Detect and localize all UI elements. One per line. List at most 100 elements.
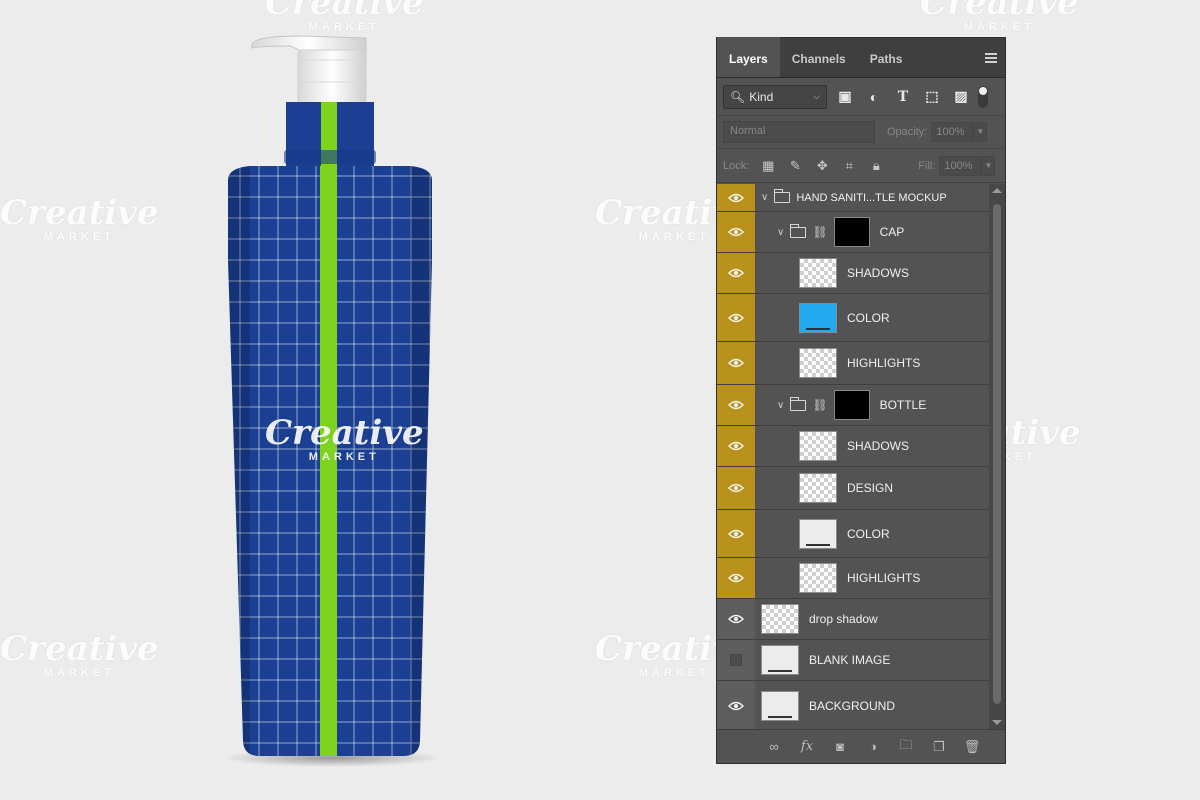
blend-row: Normal Opacity: 100% ▼	[717, 116, 1005, 149]
filter-kind-select[interactable]: 🔍︎ Kind ⌵	[723, 84, 827, 109]
folder-icon	[774, 189, 791, 203]
visibility-eye-icon[interactable]	[717, 426, 755, 466]
layer-row[interactable]: ∨ ⛓ CAP	[717, 212, 989, 253]
layer-row[interactable]: BLANK IMAGE	[717, 640, 989, 681]
visibility-eye-icon[interactable]	[717, 681, 755, 730]
layer-thumbnail[interactable]	[833, 390, 870, 420]
fill-label: Fill:	[918, 159, 936, 172]
visibility-eye-icon[interactable]	[717, 212, 755, 252]
filter-row: 🔍︎ Kind ⌵ ▣ ◐ T ⬚ ▨	[717, 78, 1005, 116]
layer-name: COLOR	[847, 310, 890, 325]
layer-thumbnail[interactable]	[799, 473, 837, 503]
layer-name: BLANK IMAGE	[809, 653, 891, 667]
lock-position-icon[interactable]: ✥	[814, 158, 830, 174]
layer-thumbnail[interactable]	[799, 348, 837, 378]
panel-footer: ∞ fx ◙ ◑ 🗀︎ ❐ 🗑︎	[717, 729, 1005, 763]
layer-name: drop shadow	[809, 612, 878, 626]
visibility-eye-icon[interactable]	[717, 510, 755, 557]
lock-pixels-icon[interactable]: ✎	[787, 158, 803, 174]
shape-filter-icon[interactable]: ⬚	[921, 86, 943, 108]
visibility-eye-icon[interactable]	[717, 467, 755, 509]
adjustment-filter-icon[interactable]: ◐	[863, 86, 885, 108]
visibility-eye-icon[interactable]	[717, 294, 755, 341]
add-mask-icon[interactable]: ◙	[827, 736, 853, 758]
lock-all-icon[interactable]: 🔒︎	[868, 158, 884, 174]
lock-row: Lock: ▦ ✎ ✥ ⌗ 🔒︎ Fill: 100% ▼	[717, 149, 1005, 183]
new-group-icon[interactable]: 🗀︎	[893, 736, 919, 758]
layer-row[interactable]: COLOR	[717, 294, 989, 342]
layer-name: SHADOWS	[847, 439, 910, 453]
opacity-chevron-icon[interactable]: ▼	[973, 122, 988, 142]
layer-row[interactable]: HIGHLIGHTS	[717, 558, 989, 599]
mask-link-icon[interactable]: ⛓	[812, 225, 827, 239]
tab-paths[interactable]: Paths	[858, 37, 915, 77]
adjustment-layer-icon[interactable]: ◑	[860, 736, 886, 758]
layers-list: ∨ HAND SANITI...TLE MOCKUP ∨ ⛓ CAP SHADOWS COL…	[717, 184, 989, 731]
layer-name: HAND SANITI...TLE MOCKUP	[796, 191, 947, 204]
watermark: CreativeMARKET	[920, 0, 1079, 33]
layer-row[interactable]: HIGHLIGHTS	[717, 342, 989, 385]
layer-name: DESIGN	[847, 481, 894, 495]
layer-thumbnail[interactable]	[799, 563, 837, 593]
scroll-thumb[interactable]	[993, 204, 1001, 704]
visibility-off-box[interactable]	[730, 654, 742, 666]
visibility-eye-icon[interactable]	[717, 558, 755, 598]
chevron-down-icon: ⌵	[813, 91, 820, 101]
chevron-down-icon[interactable]: ∨	[761, 192, 768, 203]
visibility-eye-icon[interactable]	[717, 342, 755, 384]
layer-thumbnail[interactable]	[799, 258, 837, 288]
layer-row[interactable]: COLOR	[717, 510, 989, 558]
lock-artboard-icon[interactable]: ⌗	[841, 158, 857, 174]
layer-row[interactable]: DESIGN	[717, 467, 989, 510]
delete-layer-icon[interactable]: 🗑︎	[959, 736, 985, 758]
lock-transparent-icon[interactable]: ▦	[760, 158, 776, 174]
tab-channels[interactable]: Channels	[780, 37, 858, 77]
layer-row[interactable]: BACKGROUND	[717, 681, 989, 731]
layer-thumbnail[interactable]	[833, 217, 870, 247]
layer-row[interactable]: ∨ HAND SANITI...TLE MOCKUP	[717, 184, 989, 212]
layer-row[interactable]: SHADOWS	[717, 426, 989, 467]
layer-thumbnail[interactable]	[799, 431, 837, 461]
smart-object-filter-icon[interactable]: ▨	[950, 86, 972, 108]
visibility-eye-icon[interactable]	[717, 599, 755, 639]
fill-input[interactable]: 100%	[939, 155, 982, 176]
layer-name: BOTTLE	[879, 398, 927, 412]
layer-row[interactable]: drop shadow	[717, 599, 989, 640]
layer-thumbnail[interactable]	[761, 645, 799, 675]
link-layers-icon[interactable]: ∞	[761, 736, 787, 758]
fx-icon[interactable]: fx	[794, 736, 820, 758]
scroll-up-icon[interactable]	[992, 188, 1002, 193]
layer-name: COLOR	[847, 526, 890, 541]
panel-menu-icon[interactable]	[985, 53, 997, 63]
layer-thumbnail[interactable]	[799, 518, 837, 549]
layer-name: HIGHLIGHTS	[847, 356, 921, 370]
tab-layers[interactable]: Layers	[717, 37, 780, 77]
search-icon: 🔍︎	[730, 89, 746, 104]
layer-thumbnail[interactable]	[761, 604, 799, 634]
visibility-eye-icon[interactable]	[717, 640, 755, 680]
image-filter-icon[interactable]: ▣	[834, 86, 856, 108]
scroll-down-icon[interactable]	[992, 720, 1002, 725]
layer-thumbnail[interactable]	[799, 302, 837, 333]
layer-row[interactable]: ∨ ⛓ BOTTLE	[717, 385, 989, 426]
visibility-eye-icon[interactable]	[717, 253, 755, 293]
layer-row[interactable]: SHADOWS	[717, 253, 989, 294]
new-layer-icon[interactable]: ❐	[926, 736, 952, 758]
layer-thumbnail[interactable]	[761, 690, 799, 721]
layer-name: SHADOWS	[847, 266, 910, 280]
folder-icon	[790, 396, 807, 411]
type-filter-icon[interactable]: T	[892, 86, 914, 108]
visibility-eye-icon[interactable]	[717, 184, 755, 211]
layer-name: HIGHLIGHTS	[847, 571, 921, 585]
bottle-mockup	[222, 35, 442, 767]
layers-scrollbar[interactable]	[989, 184, 1005, 729]
visibility-eye-icon[interactable]	[717, 385, 755, 425]
opacity-input[interactable]: 100%	[931, 122, 974, 142]
filter-toggle[interactable]	[978, 85, 988, 108]
fill-chevron-icon[interactable]: ▼	[981, 155, 996, 176]
blend-mode-select[interactable]: Normal	[723, 121, 875, 143]
layer-name: BACKGROUND	[809, 698, 896, 713]
mask-link-icon[interactable]: ⛓	[812, 398, 827, 412]
chevron-down-icon[interactable]: ∨	[777, 400, 784, 411]
chevron-down-icon[interactable]: ∨	[777, 227, 784, 238]
